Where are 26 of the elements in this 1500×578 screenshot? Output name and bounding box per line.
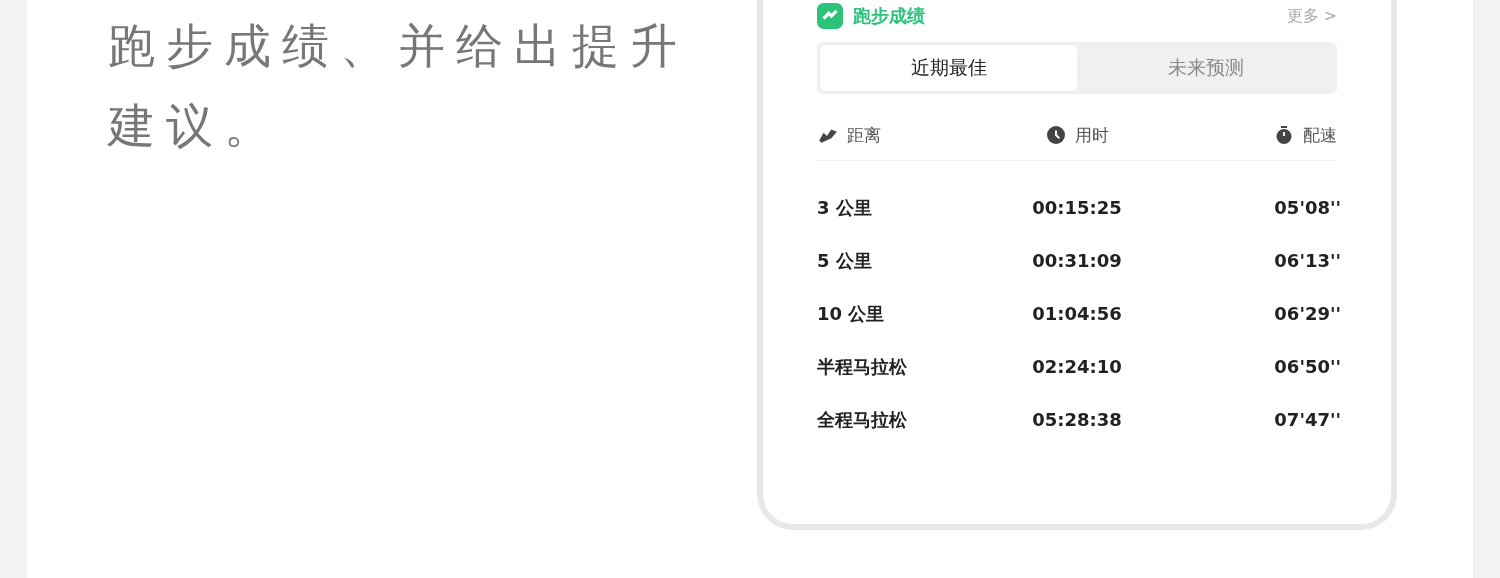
column-header: 用时 [1075,123,1109,147]
table-cell-text: 半程马拉松 [817,354,908,379]
table-cell-text: 07'47'' [1273,409,1341,430]
column-header: 配速 [1303,123,1337,147]
table-cell-text: 00:15:25 [1031,197,1123,218]
table-cell-text: 06'50'' [1273,356,1341,377]
tab[interactable]: 近期最佳 [820,45,1077,91]
table-cell-text: 全程马拉松 [817,407,908,432]
intro-text: 跑步成绩、并给出提升 [108,17,689,75]
column-header: 距离 [847,123,881,147]
tab[interactable]: 未来预测 [1077,45,1334,91]
card-title: 跑步成绩 [853,4,925,28]
table-cell-text: 00:31:09 [1031,250,1123,271]
app-icon [817,3,843,29]
table-cell-text: 5 公里 [817,248,873,273]
clock-icon [1045,126,1067,144]
table-cell-text: 05:28:38 [1031,409,1123,430]
table-cell-text: 06'13'' [1273,250,1341,271]
more-link[interactable]: 更多 > [1286,5,1337,27]
intro-text: 建议。 [108,97,283,155]
table-cell-text: 10 公里 [817,301,886,326]
table-cell-text: 06'29'' [1273,303,1341,324]
table-cell-text: 05'08'' [1273,197,1341,218]
table-cell-text: 3 公里 [817,195,873,220]
table-cell-text: 01:04:56 [1031,303,1123,324]
table-cell-text: 02:24:10 [1031,356,1123,377]
